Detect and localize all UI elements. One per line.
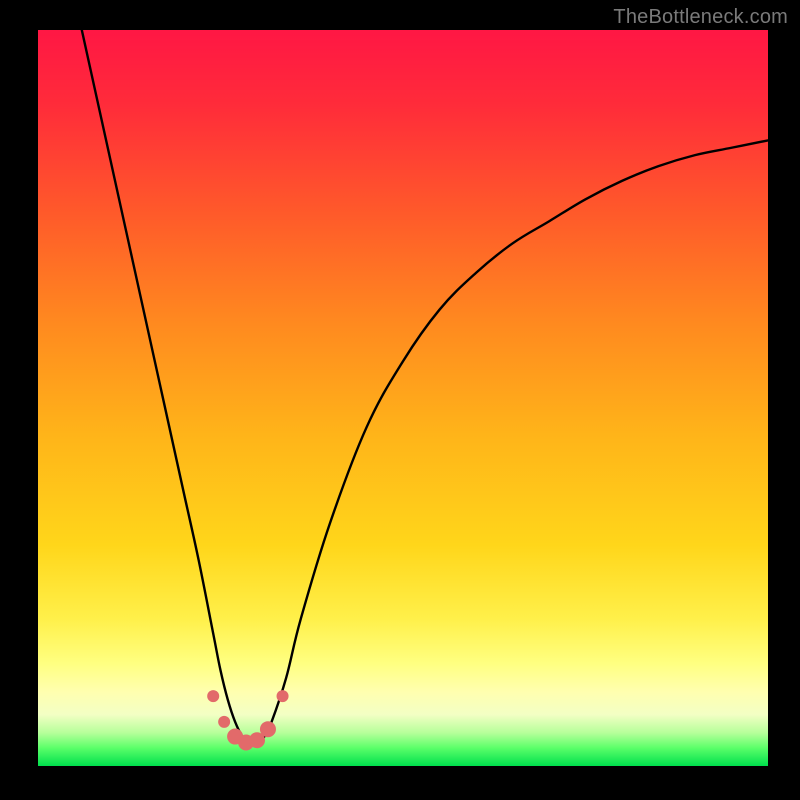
trough-marker xyxy=(260,721,276,737)
trough-marker xyxy=(218,716,230,728)
bottleneck-chart xyxy=(0,0,800,800)
chart-stage: TheBottleneck.com xyxy=(0,0,800,800)
plot-background xyxy=(38,30,768,766)
watermark-text: TheBottleneck.com xyxy=(613,6,788,29)
trough-marker xyxy=(277,690,289,702)
trough-marker xyxy=(207,690,219,702)
